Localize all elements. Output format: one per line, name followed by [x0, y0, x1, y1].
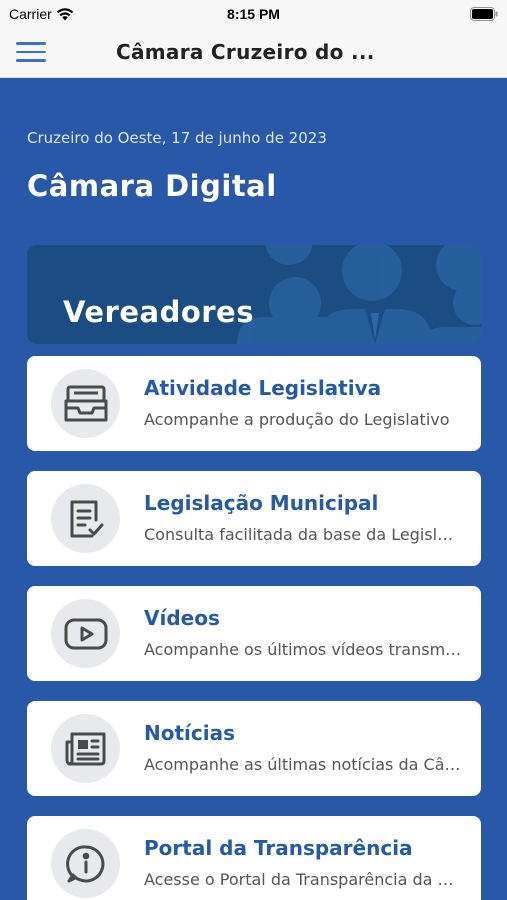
- card-title: Notícias: [144, 721, 236, 745]
- newspaper-icon: [51, 714, 120, 783]
- card-subtitle: Acompanhe a produção do Legislativo: [144, 410, 450, 429]
- card-title: Vídeos: [144, 606, 220, 630]
- card-videos[interactable]: Vídeos Acompanhe os últimos vídeos trans…: [27, 586, 481, 681]
- banner-label: Vereadores: [63, 295, 254, 329]
- vereadores-banner[interactable]: Vereadores: [27, 245, 481, 344]
- archive-tray-icon: [51, 369, 120, 438]
- status-bar: Carrier 8:15 PM: [0, 0, 507, 28]
- date-line: Cruzeiro do Oeste, 17 de junho de 2023: [27, 129, 327, 147]
- card-legislacao-municipal[interactable]: Legislação Municipal Consulta facilitada…: [27, 471, 481, 566]
- hamburger-menu-icon[interactable]: [16, 42, 46, 64]
- card-portal-transparencia[interactable]: Portal da Transparência Acesse o Portal …: [27, 816, 481, 900]
- page-title: Câmara Digital: [27, 169, 277, 203]
- card-noticias[interactable]: Notícias Acompanhe as últimas notícias d…: [27, 701, 481, 796]
- card-title: Portal da Transparência: [144, 836, 413, 860]
- card-subtitle: Acesse o Portal da Transparência da Câma…: [144, 870, 462, 889]
- nav-title: Câmara Cruzeiro do ...: [116, 40, 375, 64]
- document-check-icon: [51, 484, 120, 553]
- battery-icon: [470, 7, 498, 24]
- info-icon: [51, 829, 120, 898]
- status-time: 8:15 PM: [227, 6, 280, 22]
- navigation-bar: Câmara Cruzeiro do ...: [0, 28, 507, 78]
- card-subtitle: Acompanhe as últimas notícias da Câmara: [144, 755, 462, 774]
- card-subtitle: Consulta facilitada da base da Legislaçã…: [144, 525, 462, 544]
- card-title: Atividade Legislativa: [144, 376, 382, 400]
- play-video-icon: [51, 599, 120, 668]
- card-title: Legislação Municipal: [144, 491, 379, 515]
- card-subtitle: Acompanhe os últimos vídeos transmitidos: [144, 640, 462, 659]
- main-content: Cruzeiro do Oeste, 17 de junho de 2023 C…: [0, 79, 507, 900]
- card-atividade-legislativa[interactable]: Atividade Legislativa Acompanhe a produç…: [27, 356, 481, 451]
